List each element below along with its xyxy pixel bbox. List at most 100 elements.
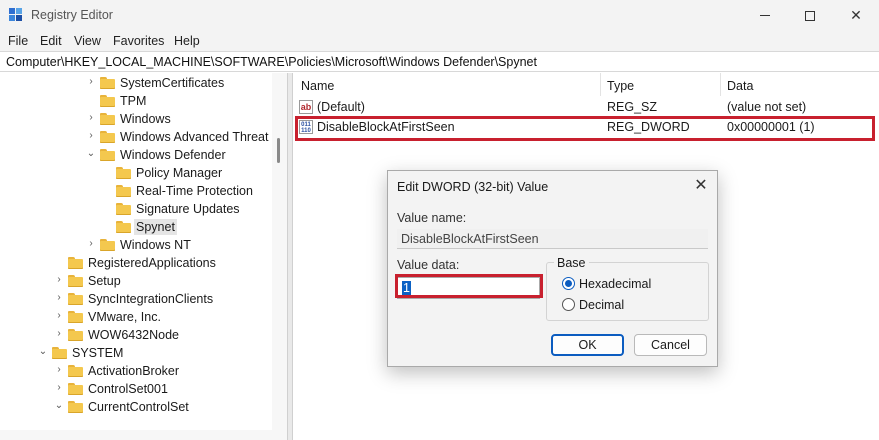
chevron-right-icon[interactable]: › <box>54 365 64 375</box>
column-header-name[interactable]: Name <box>301 79 334 93</box>
column-header-data[interactable]: Data <box>727 79 753 93</box>
close-icon: ✕ <box>850 7 862 23</box>
chevron-right-icon[interactable]: › <box>54 329 64 339</box>
chevron-right-icon[interactable]: › <box>54 293 64 303</box>
folder-icon <box>116 203 131 215</box>
chevron-down-icon[interactable]: ⌄ <box>54 401 64 411</box>
tree-item[interactable]: TPM <box>0 92 272 110</box>
tree-item-selected[interactable]: Spynet <box>0 218 272 236</box>
hexadecimal-radio[interactable] <box>562 277 575 290</box>
menu-help[interactable]: Help <box>174 34 200 48</box>
minimize-button[interactable] <box>742 0 788 31</box>
ok-button[interactable]: OK <box>551 334 624 356</box>
tree-item[interactable]: ⌄ Windows Defender <box>0 146 272 164</box>
tree-item-label: Windows Advanced Threat P <box>120 130 281 144</box>
registry-editor-icon <box>9 8 23 22</box>
tree-item-label: Windows NT <box>120 238 191 252</box>
tree-item[interactable]: › SyncIntegrationClients <box>0 290 272 308</box>
address-bar[interactable]: Computer\HKEY_LOCAL_MACHINE\SOFTWARE\Pol… <box>0 51 879 72</box>
dialog-title: Edit DWORD (32-bit) Value <box>397 180 549 194</box>
list-header: Name Type Data <box>293 73 879 96</box>
tree-item[interactable]: › Setup <box>0 272 272 290</box>
folder-icon <box>68 329 83 341</box>
folder-icon <box>100 77 115 89</box>
menu-favorites[interactable]: Favorites <box>113 34 164 48</box>
menu-view[interactable]: View <box>74 34 101 48</box>
minimize-icon <box>760 15 770 16</box>
tree-item[interactable]: Signature Updates <box>0 200 272 218</box>
tree-item-label: VMware, Inc. <box>88 310 161 324</box>
tree-item[interactable]: › VMware, Inc. <box>0 308 272 326</box>
folder-icon <box>100 95 115 107</box>
decimal-label[interactable]: Decimal <box>579 298 624 312</box>
tree-item[interactable]: › Windows NT <box>0 236 272 254</box>
tree-item-label: Policy Manager <box>136 166 223 180</box>
tree-item[interactable]: › SystemCertificates <box>0 74 272 92</box>
folder-icon <box>100 131 115 143</box>
tree-item[interactable]: › Windows Advanced Threat P <box>0 128 280 146</box>
hexadecimal-label[interactable]: Hexadecimal <box>579 277 651 291</box>
column-separator[interactable] <box>720 73 721 96</box>
maximize-button[interactable] <box>787 0 833 31</box>
chevron-right-icon[interactable]: › <box>86 113 96 123</box>
chevron-right-icon[interactable]: › <box>86 77 96 87</box>
tree-item[interactable]: Real-Time Protection <box>0 182 272 200</box>
close-button[interactable]: ✕ <box>833 0 879 31</box>
row-highlight-annotation <box>295 116 875 141</box>
list-item[interactable]: ab (Default) REG_SZ (value not set) <box>293 97 879 117</box>
base-group <box>546 262 709 321</box>
tree-item-label: SyncIntegrationClients <box>88 292 214 306</box>
folder-icon <box>116 167 131 179</box>
tree-item-label: TPM <box>120 94 147 108</box>
tree-vertical-scrollbar[interactable] <box>272 73 287 440</box>
maximize-icon <box>805 10 815 21</box>
tree-item-label: SYSTEM <box>72 346 124 360</box>
address-path: Computer\HKEY_LOCAL_MACHINE\SOFTWARE\Pol… <box>6 55 537 69</box>
tree-item-label: Windows Defender <box>120 148 226 162</box>
tree-item-label: Setup <box>88 274 121 288</box>
window-title: Registry Editor <box>31 8 113 22</box>
tree-item[interactable]: › ControlSet001 <box>0 380 272 398</box>
close-icon: ✕ <box>694 177 708 194</box>
tree-item[interactable]: Policy Manager <box>0 164 272 182</box>
chevron-right-icon[interactable]: › <box>54 311 64 321</box>
scrollbar-thumb[interactable] <box>277 138 280 163</box>
column-header-type[interactable]: Type <box>607 79 634 93</box>
value-data: (value not set) <box>727 100 807 114</box>
menu-edit[interactable]: Edit <box>40 34 62 48</box>
folder-icon <box>68 401 83 413</box>
chevron-right-icon[interactable]: › <box>54 275 64 285</box>
value-data-highlight-annotation <box>395 274 543 298</box>
tree-item[interactable]: ⌄ SYSTEM <box>0 344 272 362</box>
tree-item[interactable]: RegisteredApplications <box>0 254 272 272</box>
tree-item[interactable]: ⌄ CurrentControlSet <box>0 398 272 416</box>
key-tree: › SystemCertificates TPM › Windows › Win… <box>0 73 287 440</box>
value-name-field: DisableBlockAtFirstSeen <box>397 229 708 249</box>
folder-icon <box>68 293 83 305</box>
folder-icon <box>100 239 115 251</box>
folder-icon <box>68 275 83 287</box>
value-data-label: Value data: <box>397 258 460 272</box>
chevron-right-icon[interactable]: › <box>86 239 96 249</box>
tree-horizontal-scrollbar[interactable] <box>0 430 272 440</box>
menu-bar: File Edit View Favorites Help <box>0 31 879 51</box>
tree-item[interactable]: › ActivationBroker <box>0 362 272 380</box>
chevron-down-icon[interactable]: ⌄ <box>38 347 48 357</box>
tree-item[interactable]: › WOW6432Node <box>0 326 272 344</box>
chevron-right-icon[interactable]: › <box>86 131 96 141</box>
decimal-radio[interactable] <box>562 298 575 311</box>
value-name: (Default) <box>317 100 365 114</box>
column-separator[interactable] <box>600 73 601 96</box>
chevron-right-icon[interactable]: › <box>54 383 64 393</box>
dialog-close-button[interactable]: ✕ <box>689 176 713 196</box>
cancel-button[interactable]: Cancel <box>634 334 707 356</box>
chevron-down-icon[interactable]: ⌄ <box>86 149 96 159</box>
menu-file[interactable]: File <box>8 34 28 48</box>
folder-icon <box>68 257 83 269</box>
tree-item-label: Spynet <box>134 219 177 235</box>
tree-item[interactable]: › Windows <box>0 110 272 128</box>
tree-item-label: RegisteredApplications <box>88 256 216 270</box>
tree-item-label: CurrentControlSet <box>88 400 189 414</box>
folder-icon <box>100 149 115 161</box>
folder-icon <box>116 221 131 233</box>
